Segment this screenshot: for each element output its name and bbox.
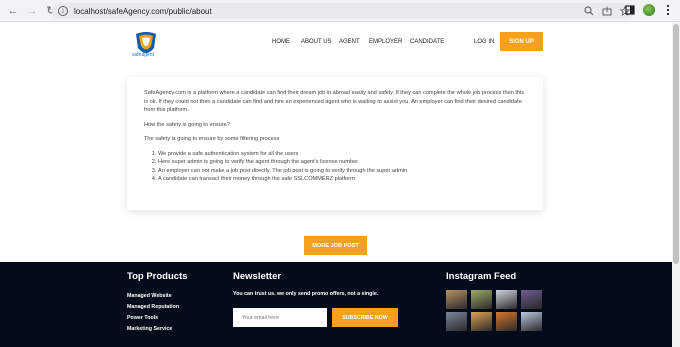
scrollbar-thumb[interactable] bbox=[673, 24, 679, 264]
instagram-grid bbox=[446, 290, 542, 331]
instagram-photo[interactable] bbox=[471, 312, 492, 331]
list-item: We provide a safe authentication system … bbox=[158, 150, 526, 159]
instagram-photo[interactable] bbox=[471, 290, 492, 309]
site-info-icon[interactable]: i bbox=[58, 6, 68, 16]
instagram-photo[interactable] bbox=[446, 312, 467, 331]
product-link[interactable]: Managed Reputation bbox=[127, 302, 179, 313]
list-item: An employer can not make a job post dire… bbox=[158, 167, 526, 176]
safety-rules-list: We provide a safe authentication system … bbox=[144, 150, 526, 184]
product-link[interactable]: Marketing Service bbox=[127, 324, 179, 335]
nav-agent[interactable]: AGENT bbox=[339, 39, 360, 45]
back-icon[interactable]: ← bbox=[6, 4, 20, 18]
newsletter-text: You can trust us. we only send promo off… bbox=[233, 291, 379, 297]
address-url[interactable]: localhost/safeAgency.com/public/about bbox=[74, 7, 212, 16]
instagram-photo[interactable] bbox=[496, 312, 517, 331]
list-item: A candidate can transact their money thr… bbox=[158, 175, 526, 184]
instagram-photo[interactable] bbox=[446, 290, 467, 309]
nav-candidate[interactable]: CANDIDATE bbox=[410, 39, 444, 45]
list-item: Here super admin is going to verify the … bbox=[158, 158, 526, 167]
login-link[interactable]: LOG IN bbox=[474, 39, 494, 45]
instagram-photo[interactable] bbox=[521, 290, 542, 309]
zoom-icon[interactable] bbox=[583, 5, 595, 17]
subscribe-button[interactable]: SUBSCRIBE NOW bbox=[332, 308, 398, 327]
about-card: SafeAgency.com is a platform where a can… bbox=[127, 77, 543, 210]
more-job-post-button[interactable]: MORE JOB POST bbox=[304, 236, 367, 255]
footer: Top Products Managed Website Managed Rep… bbox=[0, 262, 672, 347]
logo-text: safeagent bbox=[132, 52, 154, 58]
product-link[interactable]: Managed Website bbox=[127, 291, 179, 302]
filter-intro: The safety is going to ensure by some fi… bbox=[144, 136, 280, 142]
browser-toolbar: ← → ↻ i localhost/safeAgency.com/public/… bbox=[0, 0, 680, 22]
profile-avatar[interactable] bbox=[643, 4, 655, 16]
share-icon[interactable] bbox=[601, 5, 613, 17]
nav-home[interactable]: HOME bbox=[272, 39, 290, 45]
side-panel-icon[interactable] bbox=[624, 4, 636, 16]
signup-button[interactable]: SIGN UP bbox=[500, 32, 543, 51]
nav-employer[interactable]: EMPLOYER bbox=[369, 39, 402, 45]
safety-question: How the safety is going to ensure? bbox=[144, 121, 230, 128]
email-input[interactable] bbox=[233, 308, 327, 327]
about-intro: SafeAgency.com is a platform where a can… bbox=[144, 90, 525, 113]
instagram-photo[interactable] bbox=[496, 290, 517, 309]
page: ← → ↻ i localhost/safeAgency.com/public/… bbox=[0, 0, 680, 347]
instagram-photo[interactable] bbox=[521, 312, 542, 331]
product-list: Managed Website Managed Reputation Power… bbox=[127, 291, 179, 335]
newsletter-heading: Newsletter bbox=[233, 271, 282, 282]
forward-icon[interactable]: → bbox=[25, 4, 39, 18]
product-link[interactable]: Power Tools bbox=[127, 313, 179, 324]
instagram-heading: Instagram Feed bbox=[446, 271, 517, 282]
nav-about-us[interactable]: ABOUT US bbox=[301, 39, 332, 45]
address-bar[interactable]: i localhost/safeAgency.com/public/about bbox=[52, 3, 635, 19]
top-products-heading: Top Products bbox=[127, 271, 188, 282]
browser-menu-icon[interactable] bbox=[662, 4, 674, 16]
